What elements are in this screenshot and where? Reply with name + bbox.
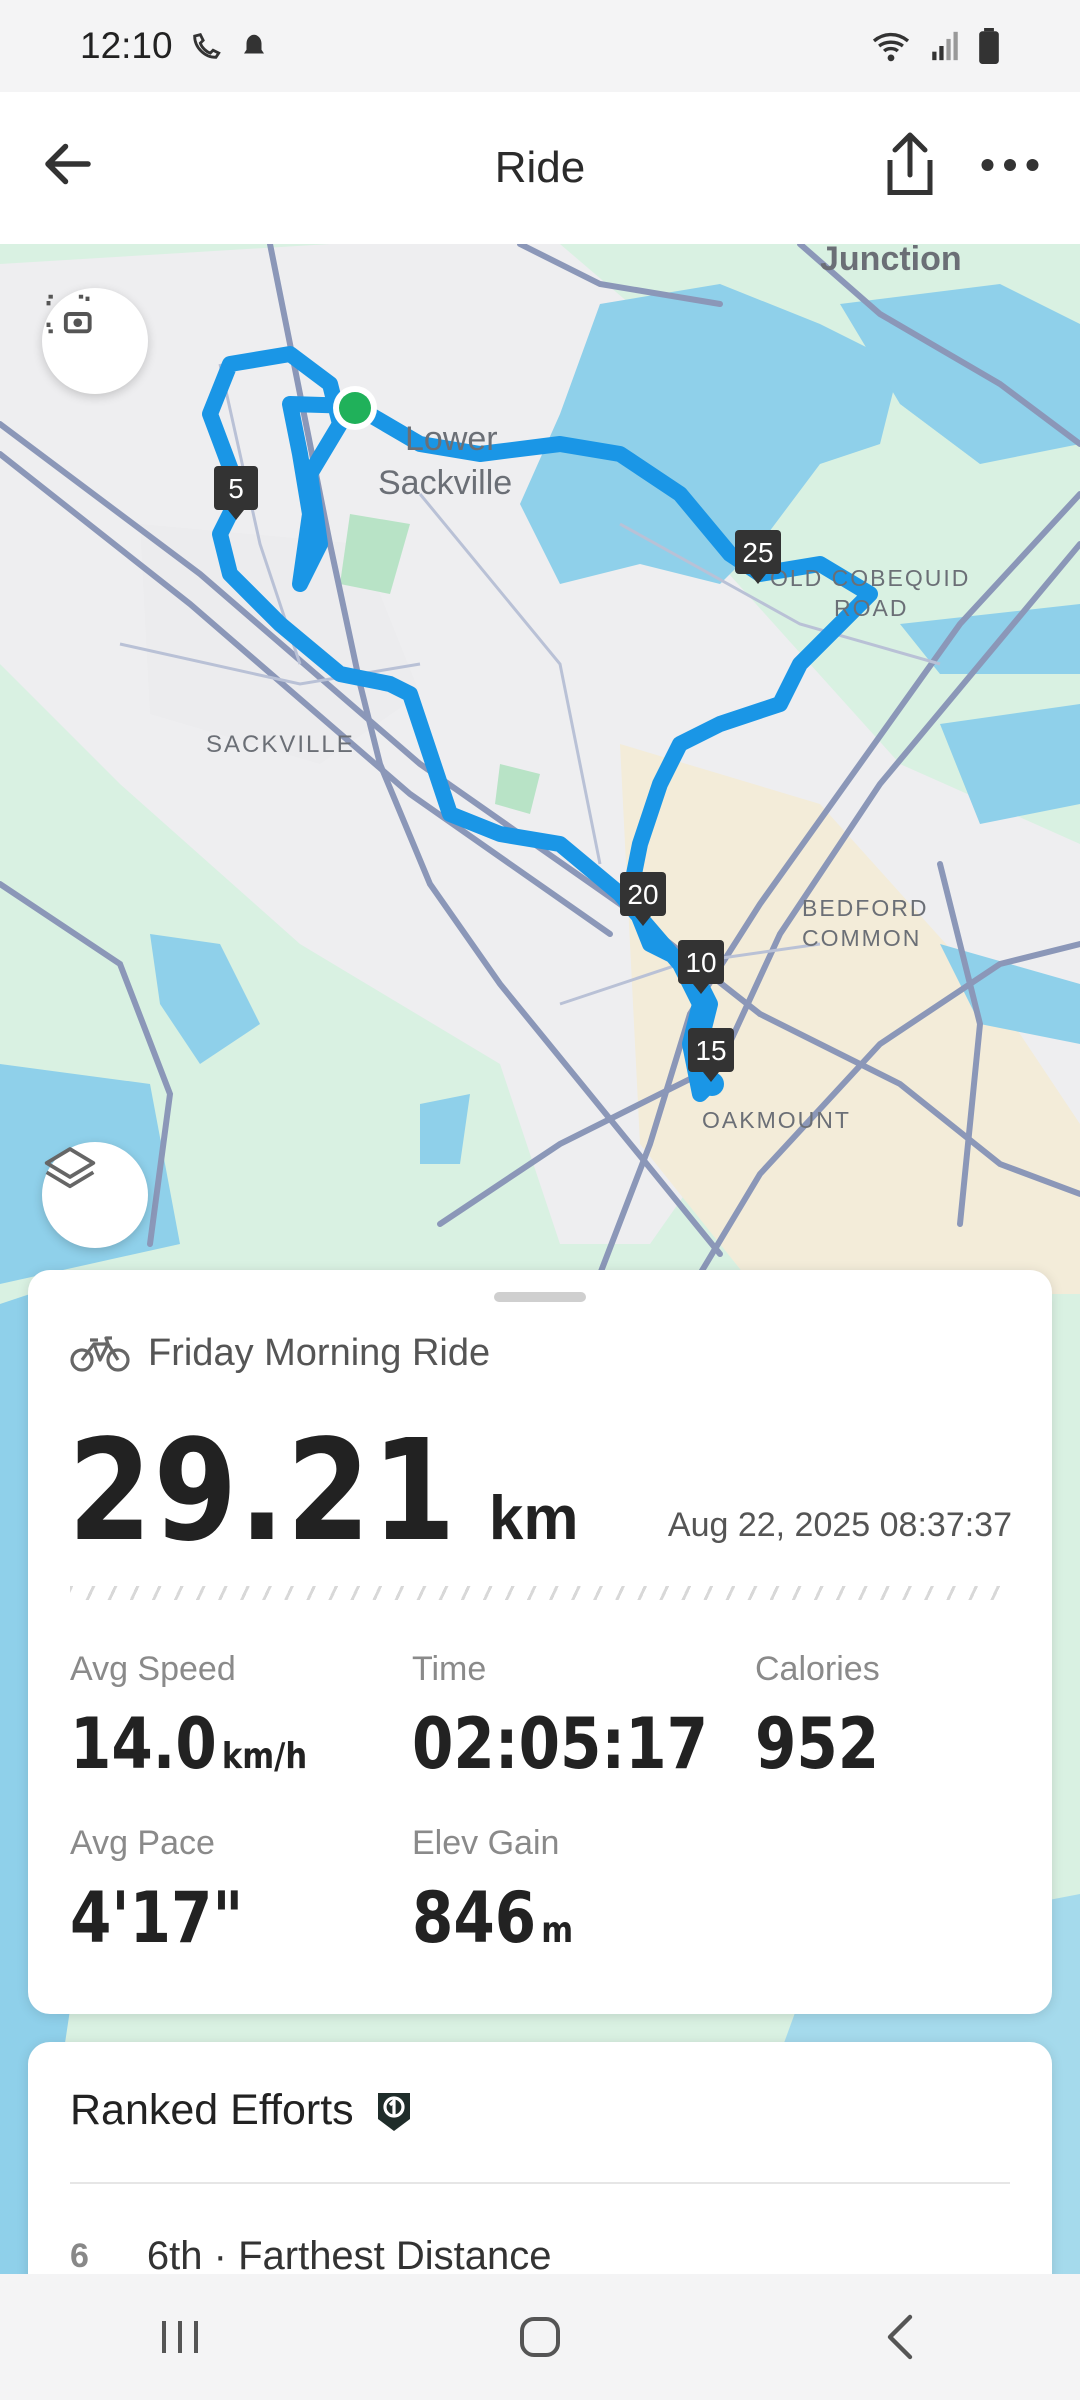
map-screenshot-button[interactable] — [42, 288, 148, 394]
arrow-left-icon[interactable] — [38, 134, 98, 194]
stat-label: Avg Speed — [70, 1650, 236, 1688]
distance-unit: km — [488, 1484, 579, 1553]
hatched-divider — [70, 1586, 1010, 1600]
distance-display: 29.21 km — [68, 1410, 578, 1573]
ranked-efforts-header: Ranked Efforts — [70, 2086, 414, 2135]
stat-unit: m — [541, 1910, 574, 1951]
activity-header: Friday Morning Ride — [70, 1332, 490, 1375]
effort-rank: 6 — [70, 2237, 89, 2275]
svg-text:20: 20 — [627, 879, 658, 910]
map-label-common: COMMON — [802, 925, 921, 951]
svg-text:15: 15 — [695, 1035, 726, 1066]
stat-label: Avg Pace — [70, 1824, 215, 1862]
stat-label: Calories — [755, 1650, 880, 1688]
home-button[interactable] — [495, 2297, 585, 2377]
back-button[interactable] — [855, 2297, 945, 2377]
page-title: Ride — [494, 143, 586, 192]
map-label-bedford: BEDFORD — [802, 895, 928, 921]
map-label-junction: Junction — [820, 244, 962, 278]
stat-value: 02:05:17 — [412, 1703, 708, 1785]
stat-avg-speed: Avg Speed 14.0 km/h — [70, 1650, 349, 1785]
back-icon — [887, 2314, 913, 2360]
phone-missed-icon — [192, 33, 221, 59]
home-icon — [520, 2317, 560, 2357]
activity-datetime: Aug 22, 2025 08:37:37 — [667, 1506, 1012, 1544]
signal-icon — [932, 31, 958, 61]
stat-elev-gain: Elev Gain 846 m — [412, 1824, 602, 1959]
ranked-badge-icon — [377, 2092, 410, 2131]
top-app-bar: Ride — [0, 92, 1080, 244]
status-bar: 12:10 — [0, 0, 1080, 92]
drag-handle[interactable] — [494, 1292, 586, 1302]
stat-unit: km/h — [221, 1736, 308, 1777]
bicycle-icon — [70, 1335, 130, 1372]
status-time: 12:10 — [80, 25, 173, 66]
stat-value: 846 — [412, 1877, 537, 1959]
more-horizontal-icon[interactable] — [980, 140, 1040, 190]
recent-apps-button[interactable] — [135, 2297, 225, 2377]
map-label-old-cobequid: OLD COBEQUID — [770, 565, 970, 591]
map-label-oakmount: OAKMOUNT — [702, 1107, 851, 1133]
stat-value: 14.0 — [70, 1703, 217, 1785]
map-label-sackville-town: Sackville — [378, 464, 512, 502]
svg-text:5: 5 — [228, 473, 244, 504]
system-navigation-bar — [0, 2274, 1080, 2400]
distance-value: 29.21 — [68, 1410, 458, 1573]
svg-text:10: 10 — [685, 947, 716, 978]
layers-icon — [44, 1147, 96, 1189]
stat-value: 952 — [755, 1703, 880, 1785]
activity-name: Friday Morning Ride — [148, 1332, 491, 1374]
stat-label: Elev Gain — [412, 1824, 560, 1862]
map-label-lower: Lower — [405, 420, 498, 458]
map-label-road: ROAD — [834, 595, 908, 621]
stat-calories: Calories 952 — [755, 1650, 901, 1785]
screenshot-icon — [46, 294, 92, 334]
stat-time: Time 02:05:17 — [412, 1650, 760, 1785]
wifi-icon — [872, 32, 910, 62]
ranked-efforts-title: Ranked Efforts — [70, 2086, 354, 2134]
notification-icon — [243, 34, 264, 54]
recent-apps-icon — [162, 2321, 198, 2353]
map-layers-button[interactable] — [42, 1142, 148, 1248]
share-icon[interactable] — [880, 130, 940, 200]
activity-summary-card[interactable]: Friday Morning Ride 29.21 km Aug 22, 202… — [28, 1270, 1052, 2014]
ranked-effort-item[interactable]: 6 6th · Farthest Distance — [70, 2234, 552, 2279]
svg-text:25: 25 — [742, 537, 773, 568]
stat-avg-pace: Avg Pace 4'17" — [70, 1824, 274, 1959]
stat-value: 4'17" — [70, 1877, 244, 1959]
stat-label: Time — [412, 1650, 487, 1688]
battery-icon — [979, 28, 999, 64]
map-label-sackville: SACKVILLE — [206, 731, 355, 758]
effort-label: 6th · Farthest Distance — [146, 2234, 552, 2278]
divider — [70, 2182, 1010, 2184]
